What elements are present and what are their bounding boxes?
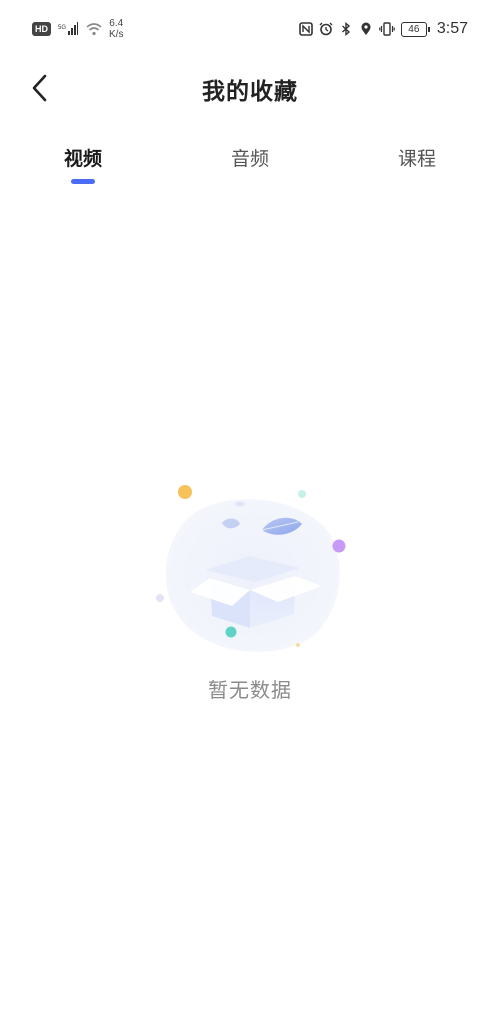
tab-audio[interactable]: 音频 <box>167 138 333 190</box>
nfc-icon <box>299 22 313 36</box>
network-speed-unit: K/s <box>109 29 124 40</box>
status-bar: HD 5G 6.4 K/s 46 3:57 <box>0 0 500 58</box>
tab-course-label: 课程 <box>397 148 436 170</box>
back-button[interactable] <box>22 70 58 106</box>
tab-video[interactable]: 视频 <box>0 138 166 190</box>
network-speed-value: 6.4 <box>109 18 124 29</box>
chevron-left-icon <box>32 74 47 102</box>
tab-audio-label: 音频 <box>230 148 269 170</box>
battery-icon: 46 <box>400 21 430 37</box>
status-clock: 3:57 <box>436 20 468 37</box>
tab-bar: 视频 音频 课程 <box>0 138 500 190</box>
bluetooth-icon <box>341 22 350 36</box>
hd-icon: HD <box>32 22 51 36</box>
empty-message: 暂无数据 <box>208 678 292 702</box>
page-title: 我的收藏 <box>202 79 298 105</box>
empty-state: 暂无数据 <box>150 478 350 708</box>
tab-course[interactable]: 课程 <box>334 138 500 190</box>
wifi-icon <box>86 23 102 36</box>
empty-box-icon <box>156 485 346 652</box>
battery-level: 46 <box>408 23 420 35</box>
status-right: 46 3:57 <box>299 20 468 38</box>
svg-text:5G: 5G <box>58 25 66 31</box>
tab-video-label: 视频 <box>63 148 102 170</box>
alarm-icon <box>319 22 333 36</box>
favorites-screen: HD 5G 6.4 K/s 46 3:57 我的收藏 视频 音频 课程 暂无数据 <box>0 0 500 1027</box>
location-icon <box>361 22 371 35</box>
active-tab-indicator <box>71 179 95 184</box>
signal-5g-icon: 5G <box>58 22 78 35</box>
nav-bar: 我的收藏 <box>0 58 500 120</box>
network-speed: 6.4 K/s <box>109 18 123 40</box>
vibrate-icon <box>379 22 395 36</box>
status-left: HD 5G 6.4 K/s <box>32 18 123 40</box>
